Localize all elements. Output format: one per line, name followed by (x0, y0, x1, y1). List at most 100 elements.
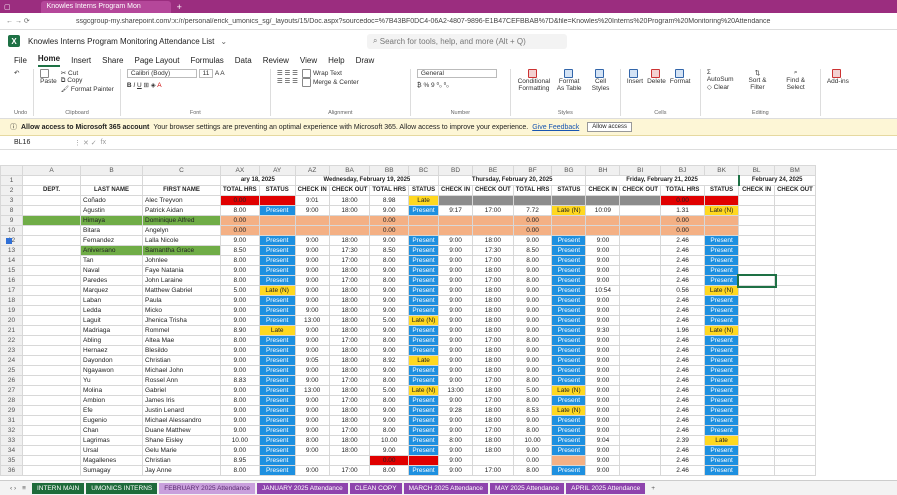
status-cell[interactable]: Present (408, 365, 440, 376)
row-header[interactable]: 14 (0, 255, 23, 266)
check-in-cell[interactable] (294, 225, 330, 236)
status-cell[interactable]: Present (258, 455, 296, 466)
first-name-cell[interactable]: Duane Matthew (142, 425, 221, 436)
first-name-cell[interactable]: Shane Eisley (142, 435, 221, 446)
status-cell[interactable]: Present (408, 205, 440, 216)
check-out-cell[interactable]: 18:00 (472, 325, 514, 336)
check-in-cell[interactable]: 9:00 (438, 295, 474, 306)
check-out-cell[interactable] (774, 365, 816, 376)
check-in-cell[interactable]: 9:00 (294, 205, 330, 216)
check-in-cell[interactable] (738, 375, 776, 386)
check-out-cell[interactable] (619, 325, 662, 336)
total-hrs-cell[interactable]: 8.00 (220, 275, 260, 286)
row-header[interactable]: 10 (0, 225, 23, 236)
column-title[interactable]: CHECK IN (738, 185, 776, 196)
check-in-cell[interactable]: 9:00 (438, 275, 474, 286)
column-header-bc[interactable]: BC (408, 165, 440, 176)
last-name-cell[interactable]: Fernandez (80, 235, 143, 246)
status-cell[interactable]: Late (N) (704, 205, 740, 216)
total-hrs-cell[interactable]: 0.00 (512, 455, 553, 466)
check-out-cell[interactable]: 17:00 (472, 375, 514, 386)
total-hrs-cell[interactable]: 9.00 (220, 355, 260, 366)
total-hrs-cell[interactable]: 9.00 (369, 295, 410, 306)
check-out-cell[interactable]: 18:00 (328, 355, 371, 366)
total-hrs-cell[interactable]: 2.46 (660, 385, 706, 396)
autosum-button[interactable]: Σ AutoSum (707, 69, 738, 83)
check-out-cell[interactable] (619, 335, 662, 346)
check-out-cell[interactable] (774, 315, 816, 326)
check-in-cell[interactable] (438, 225, 474, 236)
column-header-bb[interactable]: BB (369, 165, 410, 176)
status-cell[interactable] (704, 195, 740, 206)
last-name-cell[interactable]: Ledda (80, 305, 143, 316)
first-name-cell[interactable]: James Iris (142, 395, 221, 406)
check-out-cell[interactable] (774, 465, 816, 476)
status-cell[interactable]: Present (408, 465, 440, 476)
check-out-cell[interactable] (619, 375, 662, 386)
total-hrs-cell[interactable]: 9.00 (369, 445, 410, 456)
status-cell[interactable]: Present (551, 285, 587, 296)
all-sheets-icon[interactable]: ≡ (22, 485, 26, 492)
total-hrs-cell[interactable]: 9.00 (512, 265, 553, 276)
menu-page-layout[interactable]: Page Layout (135, 56, 180, 67)
window-menu-icon[interactable]: ▢ (4, 3, 11, 11)
column-header-ba[interactable]: BA (328, 165, 371, 176)
check-out-cell[interactable]: 18:00 (328, 345, 371, 356)
check-out-cell[interactable]: 18:00 (328, 385, 371, 396)
check-in-cell[interactable]: 9:00 (585, 235, 621, 246)
first-name-cell[interactable]: Lalla Nicole (142, 235, 221, 246)
check-out-cell[interactable] (774, 445, 816, 456)
total-hrs-cell[interactable]: 9.00 (512, 305, 553, 316)
check-in-cell[interactable]: 13:00 (294, 315, 330, 326)
menu-review[interactable]: Review (263, 56, 289, 67)
document-title[interactable]: Knowles Interns Program Monitoring Atten… (28, 37, 214, 46)
status-cell[interactable]: Present (408, 255, 440, 266)
total-hrs-cell[interactable]: 0.00 (369, 215, 410, 226)
status-cell[interactable]: Present (704, 275, 740, 286)
row-header[interactable]: 31 (0, 415, 23, 426)
check-out-cell[interactable]: 18:00 (472, 235, 514, 246)
column-header-b[interactable]: B (80, 165, 143, 176)
total-hrs-cell[interactable]: 8.90 (220, 325, 260, 336)
total-hrs-cell[interactable]: 8.50 (220, 245, 260, 256)
status-cell[interactable]: Present (704, 295, 740, 306)
column-header-bi[interactable]: BI (619, 165, 662, 176)
sheet-tab-january-2025-attendance[interactable]: JANUARY 2025 Attendance (256, 482, 348, 494)
status-cell[interactable]: Present (258, 445, 296, 456)
status-cell[interactable]: Present (704, 345, 740, 356)
status-cell[interactable]: Present (258, 425, 296, 436)
last-name-cell[interactable]: Ursal (80, 445, 143, 456)
column-title[interactable]: CHECK IN (294, 185, 330, 196)
status-cell[interactable]: Present (408, 445, 440, 456)
check-out-cell[interactable]: 18:00 (328, 205, 371, 216)
menu-view[interactable]: View (300, 56, 317, 67)
check-in-cell[interactable]: 9:00 (438, 245, 474, 256)
check-in-cell[interactable]: 9:00 (585, 455, 621, 466)
total-hrs-cell[interactable]: 9.00 (512, 235, 553, 246)
check-in-cell[interactable] (738, 245, 776, 256)
row-header[interactable]: 3 (0, 195, 23, 206)
status-cell[interactable]: Present (258, 415, 296, 426)
total-hrs-cell[interactable]: 9.00 (512, 285, 553, 296)
total-hrs-cell[interactable]: 8.00 (512, 425, 553, 436)
total-hrs-cell[interactable]: 8.00 (369, 395, 410, 406)
first-name-cell[interactable]: Alec Treyvon (142, 195, 221, 206)
row-header[interactable]: 17 (0, 285, 23, 296)
check-out-cell[interactable] (774, 255, 816, 266)
total-hrs-cell[interactable]: 9.00 (220, 235, 260, 246)
status-cell[interactable]: Present (704, 445, 740, 456)
status-cell[interactable]: Late (N) (551, 205, 587, 216)
total-hrs-cell[interactable]: 9.00 (512, 365, 553, 376)
fx-icon[interactable]: fx (101, 139, 106, 146)
align-icons[interactable]: ☰ ☰ ☰ ☰ ☰ ☰ (277, 69, 298, 85)
row-header[interactable]: 24 (0, 355, 23, 366)
status-cell[interactable]: Present (551, 255, 587, 266)
check-in-cell[interactable]: 9:00 (438, 365, 474, 376)
total-hrs-cell[interactable]: 9.00 (369, 235, 410, 246)
check-out-cell[interactable] (619, 305, 662, 316)
dept-cell[interactable] (22, 325, 81, 336)
check-out-cell[interactable] (774, 425, 816, 436)
total-hrs-cell[interactable]: 9.00 (512, 355, 553, 366)
copy-button[interactable]: ⧉ Copy (61, 77, 114, 85)
check-in-cell[interactable] (738, 285, 776, 296)
